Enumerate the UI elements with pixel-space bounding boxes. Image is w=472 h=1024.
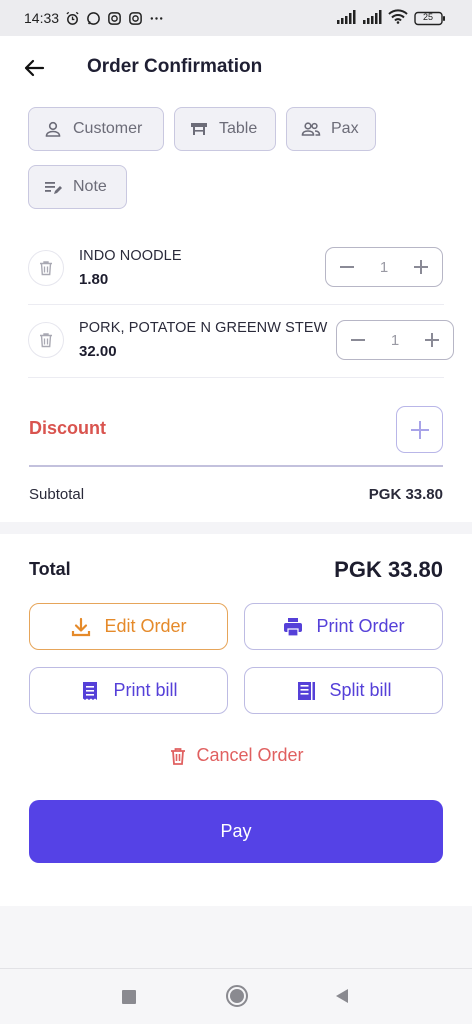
instagram-icon bbox=[128, 11, 143, 26]
status-bar: 14:33 25 bbox=[0, 0, 472, 36]
decrement-button[interactable] bbox=[347, 329, 369, 351]
back-triangle-icon bbox=[336, 989, 348, 1003]
pay-button[interactable]: Pay bbox=[29, 800, 443, 863]
trash-icon bbox=[40, 333, 52, 348]
increment-button[interactable] bbox=[410, 256, 432, 278]
note-chip[interactable]: Note bbox=[28, 165, 127, 209]
cancel-order-button[interactable]: Cancel Order bbox=[0, 745, 472, 766]
item-divider bbox=[28, 377, 444, 378]
home-button[interactable] bbox=[224, 983, 250, 1009]
plus-icon bbox=[425, 333, 439, 347]
download-icon bbox=[72, 617, 91, 636]
arrow-left-icon bbox=[24, 59, 45, 77]
minus-icon bbox=[351, 339, 365, 341]
delete-item-button[interactable] bbox=[28, 322, 64, 358]
plus-icon bbox=[410, 420, 429, 439]
cancel-order-label: Cancel Order bbox=[196, 745, 304, 765]
whatsapp-icon bbox=[86, 11, 101, 26]
signal-icon bbox=[362, 9, 382, 27]
discount-label: Discount bbox=[29, 418, 107, 438]
total-value: PGK 33.80 bbox=[334, 557, 443, 582]
trash-icon bbox=[40, 261, 52, 276]
note-edit-icon bbox=[43, 177, 63, 197]
print-order-label: Print Order bbox=[316, 616, 405, 636]
print-bill-button[interactable]: Print bill bbox=[29, 667, 228, 714]
quantity-stepper: 1 bbox=[325, 247, 443, 287]
item-price: 1.80 bbox=[79, 271, 109, 288]
people-icon bbox=[301, 119, 321, 139]
receipt-icon bbox=[83, 681, 98, 700]
item-divider bbox=[28, 304, 444, 305]
pay-label: Pay bbox=[220, 821, 252, 841]
back-nav-button[interactable] bbox=[331, 985, 353, 1007]
recent-apps-button[interactable] bbox=[119, 987, 139, 1007]
discount-divider bbox=[29, 465, 443, 467]
subtotal-label: Subtotal bbox=[29, 486, 85, 503]
print-bill-label: Print bill bbox=[113, 680, 178, 700]
quantity-value: 1 bbox=[390, 331, 400, 349]
wifi-icon bbox=[388, 9, 408, 27]
increment-button[interactable] bbox=[421, 329, 443, 351]
alarm-icon bbox=[65, 11, 80, 26]
table-icon bbox=[189, 119, 209, 139]
pax-chip-label: Pax bbox=[331, 120, 359, 137]
app-header: Order Confirmation bbox=[0, 36, 472, 100]
item-name: INDO NOODLE bbox=[79, 248, 182, 264]
bottom-spacer bbox=[0, 906, 472, 968]
total-label: Total bbox=[29, 559, 71, 579]
trash-icon bbox=[171, 747, 186, 765]
square-icon bbox=[122, 990, 136, 1004]
plus-icon bbox=[414, 260, 428, 274]
status-time: 14:33 bbox=[24, 10, 60, 26]
item-price: 32.00 bbox=[79, 343, 117, 360]
list-item: INDO NOODLE 1.80 1 bbox=[28, 244, 444, 304]
split-bill-label: Split bill bbox=[329, 680, 392, 700]
table-chip-label: Table bbox=[219, 120, 258, 137]
subtotal-value: PGK 33.80 bbox=[368, 486, 443, 503]
page-title: Order Confirmation bbox=[87, 56, 263, 77]
more-icon bbox=[149, 11, 164, 26]
print-order-button[interactable]: Print Order bbox=[244, 603, 443, 650]
home-circle-icon bbox=[226, 985, 248, 1007]
decrement-button[interactable] bbox=[336, 256, 358, 278]
list-item: PORK, POTATOE N GREENW STEW 32.00 1 bbox=[28, 318, 454, 378]
edit-order-label: Edit Order bbox=[104, 616, 187, 636]
edit-order-button[interactable]: Edit Order bbox=[29, 603, 228, 650]
table-chip[interactable]: Table bbox=[174, 107, 276, 151]
signal-icon bbox=[336, 9, 356, 27]
delete-item-button[interactable] bbox=[28, 250, 64, 286]
instagram-icon bbox=[107, 11, 122, 26]
section-divider bbox=[0, 522, 472, 534]
person-icon bbox=[43, 119, 63, 139]
quantity-stepper: 1 bbox=[336, 320, 454, 360]
add-discount-button[interactable] bbox=[396, 406, 443, 453]
split-bill-button[interactable]: Split bill bbox=[244, 667, 443, 714]
system-nav-bar bbox=[0, 968, 472, 1024]
customer-chip[interactable]: Customer bbox=[28, 107, 164, 151]
pax-chip[interactable]: Pax bbox=[286, 107, 376, 151]
customer-chip-label: Customer bbox=[73, 120, 143, 137]
note-chip-label: Note bbox=[73, 178, 107, 195]
split-bill-icon bbox=[298, 681, 316, 700]
quantity-value: 1 bbox=[379, 258, 389, 276]
minus-icon bbox=[340, 266, 354, 268]
battery-icon: 25 bbox=[414, 11, 446, 26]
item-name: PORK, POTATOE N GREENW STEW bbox=[79, 320, 328, 336]
back-button[interactable] bbox=[20, 54, 48, 82]
battery-level: 25 bbox=[423, 11, 434, 22]
printer-icon bbox=[284, 617, 303, 637]
